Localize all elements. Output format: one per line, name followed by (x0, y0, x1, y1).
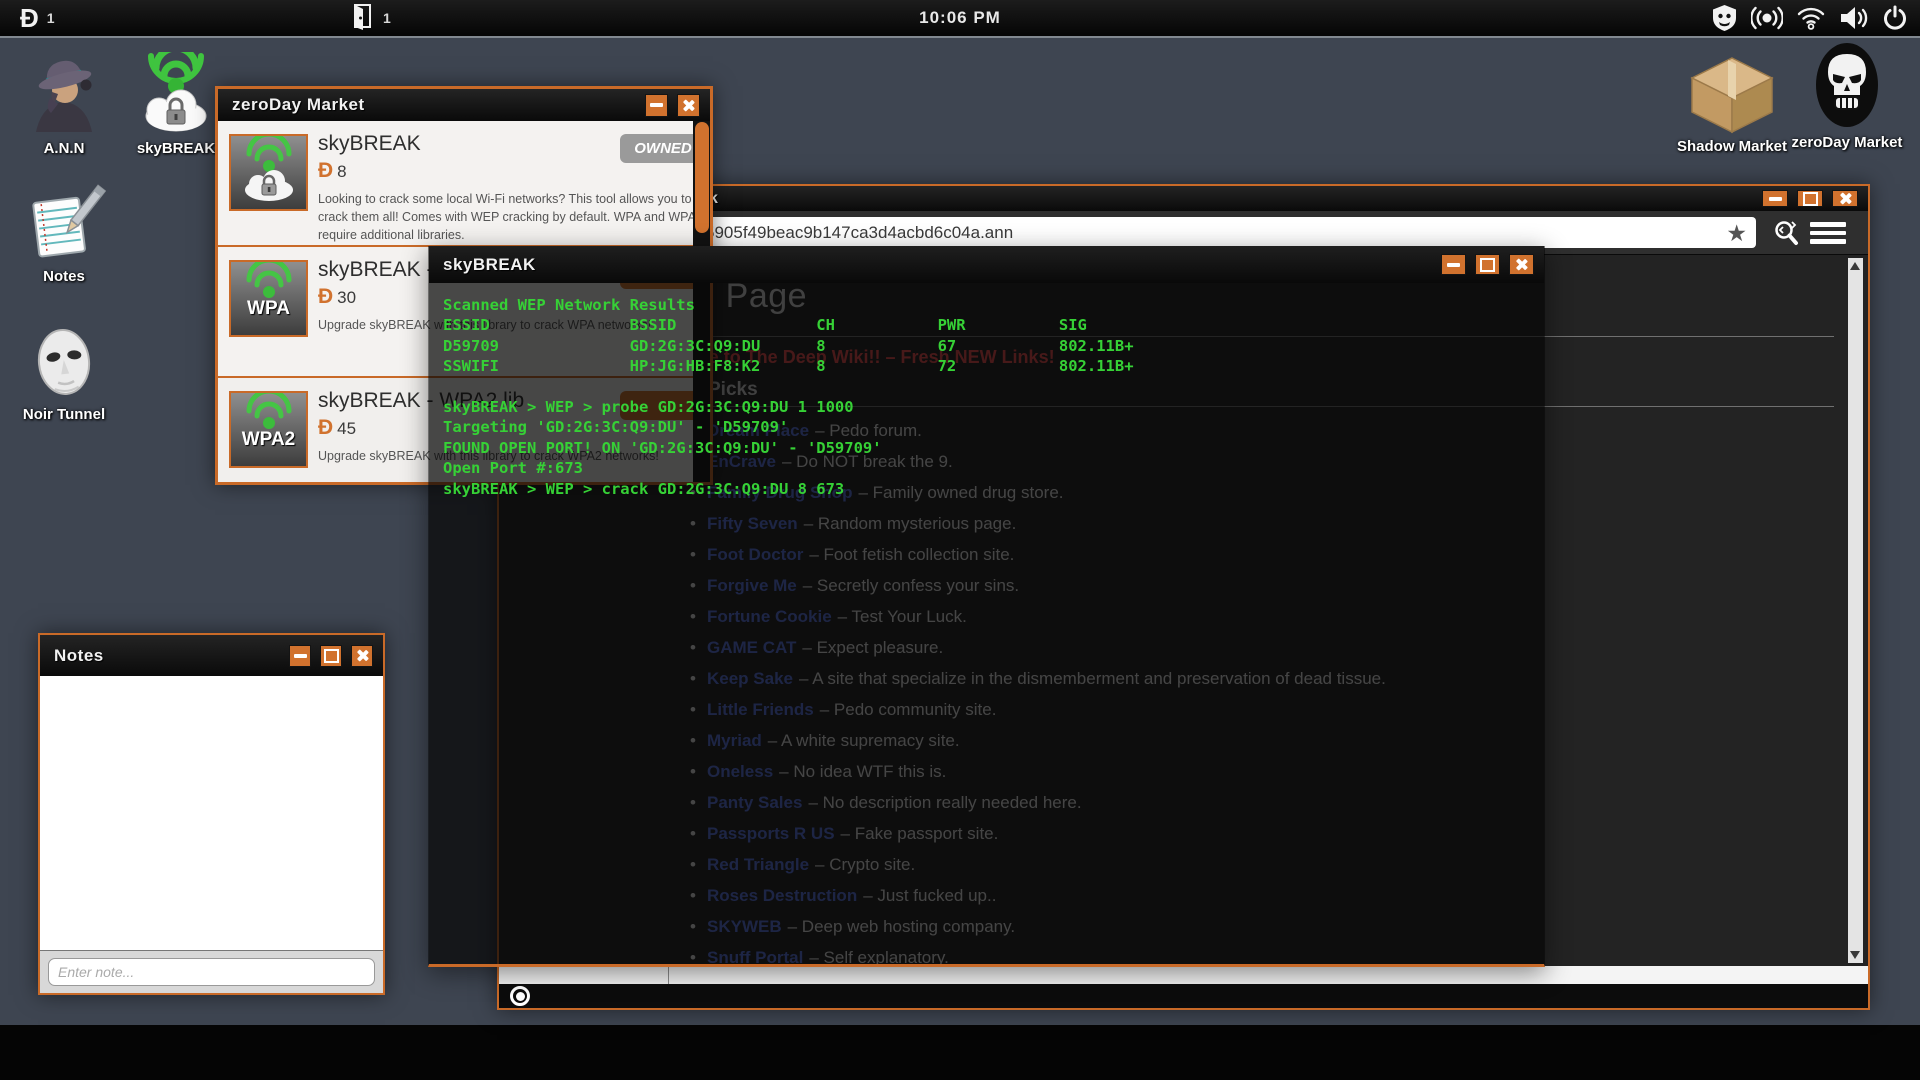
browser-minimize-button[interactable] (1762, 190, 1788, 207)
notes-minimize-button[interactable] (289, 644, 311, 667)
zeroday-close-button[interactable] (677, 93, 700, 117)
notes-window: Notes (38, 633, 385, 995)
desktop-icon-noir-tunnel[interactable]: Noir Tunnel (8, 316, 120, 423)
market-item-icon (229, 134, 308, 211)
maximize-icon (1802, 191, 1818, 206)
market-item-name: skyBREAK (318, 132, 421, 155)
desktop-icon-label: zeroDay Market (1791, 134, 1903, 151)
terminal-title: skyBREAK (443, 254, 536, 274)
notes-maximize-button[interactable] (320, 644, 342, 667)
doscoin-icon: Ð (318, 416, 334, 439)
market-item: skyBREAK Ð8 Looking to crack some local … (218, 121, 710, 247)
terminal-line: skyBREAK > WEP > crack GD:2G:3C:Q9:DU 8 … (443, 479, 845, 498)
volume-icon[interactable] (1839, 6, 1869, 30)
terminal-console[interactable]: Scanned WEP Network Results ESSID BSSID C… (429, 283, 1544, 964)
market-item-description: Looking to crack some local Wi-Fi networ… (318, 192, 703, 242)
browser-status-bar (499, 984, 1868, 1008)
zeroday-title: zeroDay Market (232, 95, 365, 114)
terminal-line: FOUND OPEN PORT! ON 'GD:2G:3C:Q9:DU' - '… (443, 438, 882, 457)
desktop-icon-label: Shadow Market (1676, 138, 1788, 155)
browser-maximize-button[interactable] (1797, 190, 1823, 207)
desktop-icon-shadow-market[interactable]: Shadow Market (1676, 48, 1788, 155)
browser-close-button[interactable] (1832, 190, 1858, 207)
market-item-price: Ð 45 (318, 416, 357, 439)
desktop-icon-label: Noir Tunnel (22, 406, 106, 423)
scroll-up-icon[interactable] (1850, 262, 1860, 270)
game-desktop: A.N.N skyBREAK Notes Noir Tunnel Shadow … (0, 0, 1920, 1080)
terminal-line: D59709 GD:2G:3C:Q9:DU 8 67 802.11B+ (443, 336, 1134, 355)
minimize-icon (293, 653, 307, 658)
record-indicator-icon (510, 986, 530, 1006)
antivirus-shield-icon[interactable] (1711, 4, 1738, 32)
close-icon (682, 99, 695, 112)
market-item-price: Ð 30 (318, 285, 357, 308)
mask-icon (8, 316, 120, 402)
detective-icon (8, 50, 120, 136)
desktop-icon-label: A.N.N (43, 140, 85, 157)
desktop-icon-label: Notes (43, 268, 85, 285)
notepad-icon (8, 178, 120, 264)
minimize-icon (650, 103, 663, 107)
market-item-icon-label: WPA2 (241, 429, 296, 450)
scroll-down-icon[interactable] (1850, 951, 1860, 959)
terminal-titlebar[interactable]: skyBREAK (429, 246, 1544, 283)
bookmark-star-icon[interactable]: ★ (1726, 218, 1747, 248)
power-icon[interactable] (1882, 5, 1908, 31)
terminal-line: ESSID BSSID CH PWR SIG (443, 316, 1087, 335)
market-item-icon: WPA2 (229, 391, 308, 468)
terminal-maximize-button[interactable] (1475, 254, 1500, 275)
notes-list-area[interactable] (40, 676, 383, 951)
bottom-bar (0, 1025, 1920, 1080)
divider (668, 966, 669, 984)
wifi-icon[interactable] (1796, 5, 1826, 31)
maximize-icon (323, 648, 339, 663)
note-input[interactable] (48, 958, 375, 986)
zeroday-minimize-button[interactable] (645, 93, 668, 117)
terminal-line: skyBREAK > WEP > probe GD:2G:3C:Q9:DU 1 … (443, 398, 854, 417)
doscoin-icon: Ð (318, 159, 334, 182)
cardboard-box-icon (1676, 48, 1788, 134)
minimize-icon (1447, 262, 1460, 267)
notes-footer (40, 950, 383, 993)
desktop-icon-zeroday-market[interactable]: zeroDay Market (1788, 43, 1906, 151)
terminal-minimize-button[interactable] (1441, 254, 1466, 275)
close-icon (1839, 192, 1852, 205)
clock: 10:06 PM (919, 8, 1001, 27)
terminal-line: SSWIFI HP:JG:HB:F8:K2 8 72 802.11B+ (443, 357, 1134, 376)
horizontal-scrollbar[interactable] (499, 966, 1868, 984)
top-status-bar: Ð 1 1 10:06 PM (0, 0, 1920, 38)
terminal-line: Targeting 'GD:2G:3C:Q9:DU' - 'D59709' (443, 418, 789, 437)
terminal-line: Scanned WEP Network Results (443, 296, 695, 314)
broadcast-signal-icon[interactable] (1751, 6, 1783, 30)
market-item-price: Ð8 (318, 159, 347, 182)
scrollbar-thumb[interactable] (694, 122, 709, 233)
view-source-search-icon[interactable] (1772, 219, 1802, 252)
market-item-icon: WPA (229, 260, 308, 337)
close-icon (1515, 258, 1528, 271)
market-item-icon-label: WPA (247, 298, 290, 319)
desktop-icon-ann[interactable]: A.N.N (8, 50, 120, 157)
terminal-line: Open Port #:673 (443, 459, 583, 478)
notes-close-button[interactable] (351, 644, 373, 667)
maximize-icon (1480, 257, 1495, 272)
desktop-icon-notes[interactable]: Notes (8, 178, 120, 285)
close-icon (356, 649, 369, 662)
notes-titlebar[interactable]: Notes (40, 635, 383, 676)
browser-menu-icon[interactable] (1810, 222, 1846, 248)
zeroday-titlebar[interactable]: zeroDay Market (218, 89, 710, 121)
skybreak-terminal-window: skyBREAK Scanned WEP Network Results ESSI… (428, 246, 1545, 967)
minimize-icon (1768, 196, 1782, 201)
notes-title: Notes (54, 645, 104, 665)
skull-icon (1788, 43, 1906, 130)
status-icon-tray (1711, 0, 1908, 36)
terminal-close-button[interactable] (1509, 254, 1534, 275)
vertical-scrollbar[interactable] (1848, 258, 1863, 963)
doscoin-icon: Ð (318, 285, 334, 308)
